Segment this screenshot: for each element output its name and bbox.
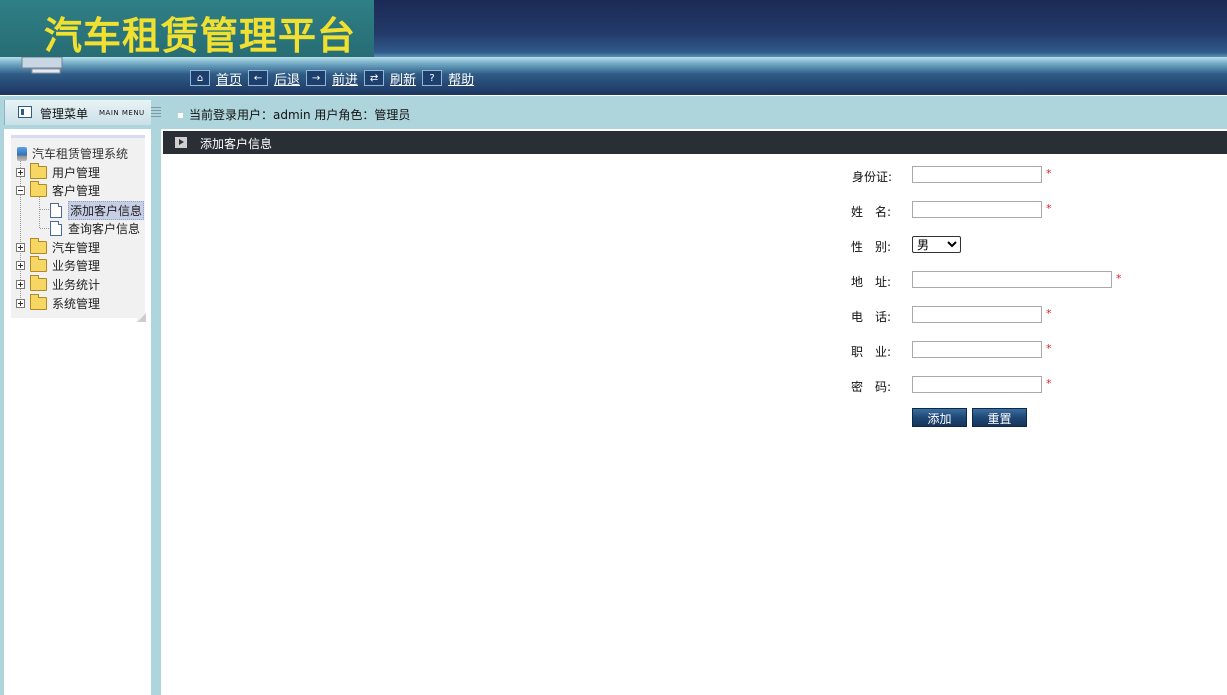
tree-item-system-mgmt[interactable]: 系统管理 [16, 294, 101, 312]
folder-icon [30, 294, 47, 310]
required-mark: * [1046, 167, 1052, 180]
menu-collapse-icon[interactable] [151, 107, 161, 117]
tree-root[interactable]: 汽车租赁管理系统 [17, 145, 128, 162]
home-icon: ⌂ [190, 70, 210, 86]
monitor-icon [21, 57, 63, 74]
gender-select[interactable]: 男 [912, 236, 961, 253]
phone-input[interactable] [912, 306, 1042, 323]
address-input[interactable] [912, 271, 1112, 288]
tree-item-label: 客户管理 [52, 184, 101, 198]
folder-icon [30, 163, 47, 179]
toolbar-back[interactable]: ← 后退 [248, 69, 300, 88]
tree-root-label: 汽车租赁管理系统 [32, 147, 129, 161]
logo: 汽车租赁管理平台 [0, 0, 374, 58]
tree-item-label: 查询客户信息 [68, 222, 141, 236]
tree-item-car-mgmt[interactable]: 汽车管理 [16, 238, 101, 256]
phone-label: 电 话: [851, 310, 892, 324]
tree-item-label: 业务统计 [52, 278, 101, 292]
forward-link[interactable]: 前进 [332, 69, 358, 88]
address-label: 地 址: [851, 275, 892, 289]
tree-connector [40, 209, 49, 210]
expand-plus-icon[interactable] [16, 280, 25, 289]
help-link[interactable]: 帮助 [448, 69, 474, 88]
menu-panel-icon [18, 106, 32, 118]
app-title: 汽车租赁管理平台 [44, 14, 357, 58]
forward-arrow-icon: → [306, 70, 327, 86]
menu-title-en: MAIN MENU [99, 109, 145, 117]
required-mark: * [1046, 202, 1052, 215]
tree-item-label-selected: 添加客户信息 [68, 201, 145, 220]
current-user-info: 当前登录用户：admin 用户角色：管理员 [178, 106, 410, 123]
occupation-input[interactable] [912, 341, 1042, 358]
content-title: 添加客户信息 [200, 137, 273, 151]
tree-item-business-stats[interactable]: 业务统计 [16, 275, 101, 293]
folder-icon [30, 275, 47, 291]
menu-title: 管理菜单 [40, 107, 89, 121]
refresh-icon: ⇄ [364, 70, 385, 86]
tree-item-label: 业务管理 [52, 259, 101, 273]
required-mark: * [1046, 377, 1052, 390]
password-input[interactable] [912, 376, 1042, 393]
bullet-icon [178, 113, 183, 118]
folder-open-icon [30, 181, 47, 197]
back-link[interactable]: 后退 [274, 69, 300, 88]
tree-panel-corner [137, 313, 146, 322]
tree-connector [39, 196, 40, 228]
computer-icon [17, 146, 27, 161]
page-icon [50, 221, 62, 236]
content-header: 添加客户信息 [163, 131, 1227, 154]
sidebar-left-border [0, 129, 4, 695]
toolbar-home[interactable]: ⌂ 首页 [190, 69, 242, 88]
expand-plus-icon[interactable] [16, 299, 25, 308]
required-mark: * [1046, 342, 1052, 355]
tree-item-user-mgmt[interactable]: 用户管理 [16, 163, 101, 181]
password-label: 密 码: [851, 380, 892, 394]
info-bar: 管理菜单 MAIN MENU 当前登录用户：admin 用户角色：管理员 [0, 96, 1227, 129]
folder-icon [30, 238, 47, 254]
required-mark: * [1046, 307, 1052, 320]
tree-item-label: 汽车管理 [52, 241, 101, 255]
name-input[interactable] [912, 201, 1042, 218]
tree-connector [40, 228, 49, 229]
tree-item-label: 系统管理 [52, 297, 101, 311]
menu-title-bar: 管理菜单 MAIN MENU [4, 100, 151, 125]
header-toolbar-bar [0, 57, 1227, 95]
expand-plus-icon[interactable] [16, 261, 25, 270]
sidebar-splitter[interactable] [151, 129, 161, 695]
collapse-minus-icon[interactable] [16, 186, 25, 195]
reset-button[interactable]: 重置 [972, 408, 1027, 427]
folder-icon [30, 256, 47, 272]
required-mark: * [1116, 272, 1122, 285]
toolbar: ⌂ 首页 ← 后退 → 前进 ⇄ 刷新 ? 帮助 [190, 68, 480, 88]
tree-item-add-customer[interactable]: 添加客户信息 [50, 201, 145, 220]
toolbar-forward[interactable]: → 前进 [306, 69, 358, 88]
tree-item-label: 用户管理 [52, 166, 101, 180]
play-icon [175, 137, 187, 148]
toolbar-help[interactable]: ? 帮助 [422, 69, 474, 88]
expand-plus-icon[interactable] [16, 168, 25, 177]
help-icon: ? [422, 70, 443, 86]
tree-item-query-customer[interactable]: 查询客户信息 [50, 220, 140, 237]
current-user-text: 当前登录用户：admin 用户角色：管理员 [189, 108, 411, 122]
name-label: 姓 名: [851, 205, 892, 219]
occupation-label: 职 业: [851, 345, 892, 359]
tree-item-business-mgmt[interactable]: 业务管理 [16, 256, 101, 274]
tree-item-customer-mgmt[interactable]: 客户管理 [16, 181, 101, 199]
id-card-input[interactable] [912, 166, 1042, 183]
back-arrow-icon: ← [248, 70, 269, 86]
add-button[interactable]: 添加 [912, 408, 967, 427]
page-icon [50, 203, 62, 218]
expand-plus-icon[interactable] [16, 243, 25, 252]
gender-label: 性 别: [851, 240, 892, 254]
toolbar-refresh[interactable]: ⇄ 刷新 [364, 69, 416, 88]
home-link[interactable]: 首页 [216, 69, 242, 88]
id-card-label: 身份证: [852, 170, 893, 184]
refresh-link[interactable]: 刷新 [390, 69, 416, 88]
